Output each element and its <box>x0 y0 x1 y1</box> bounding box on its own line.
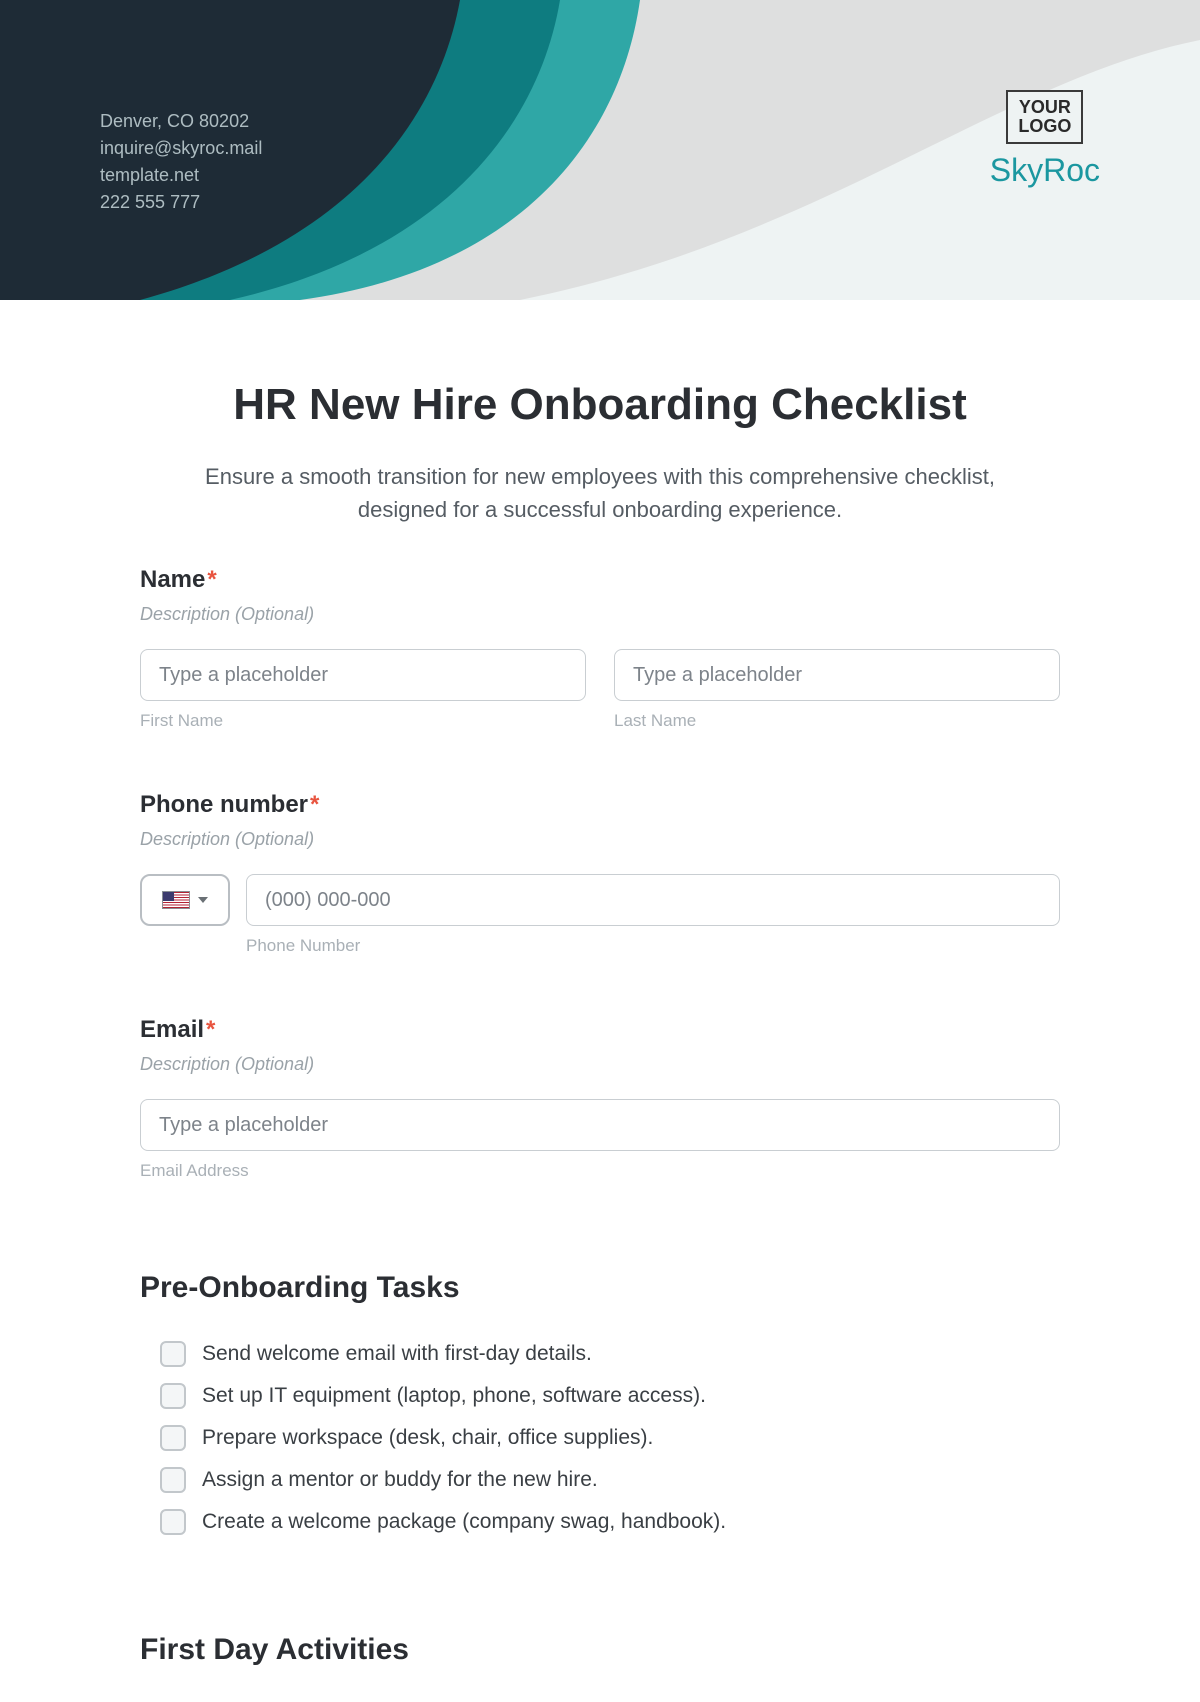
name-label: Name* <box>140 566 1060 594</box>
phone-field: Phone number* Description (Optional) Pho… <box>140 791 1060 956</box>
brand-name: SkyRoc <box>990 152 1100 189</box>
first-name-sublabel: First Name <box>140 711 586 731</box>
first-name-input[interactable] <box>140 649 586 701</box>
checkbox[interactable] <box>160 1467 186 1493</box>
phone-desc: Description (Optional) <box>140 829 1060 850</box>
email-input[interactable] <box>140 1099 1060 1151</box>
checkbox[interactable] <box>160 1383 186 1409</box>
page-subtitle: Ensure a smooth transition for new emplo… <box>170 460 1030 526</box>
list-item: Create a welcome package (company swag, … <box>140 1501 1060 1543</box>
contact-address: Denver, CO 80202 <box>100 108 262 135</box>
checkbox-label: Create a welcome package (company swag, … <box>202 1510 726 1534</box>
contact-block: Denver, CO 80202 inquire@skyroc.mail tem… <box>100 108 262 216</box>
header: Denver, CO 80202 inquire@skyroc.mail tem… <box>0 0 1200 300</box>
logo-line2: LOGO <box>1018 117 1071 136</box>
name-desc: Description (Optional) <box>140 604 1060 625</box>
logo-line1: YOUR <box>1018 98 1071 117</box>
email-label: Email* <box>140 1016 1060 1044</box>
checkbox-label: Prepare workspace (desk, chair, office s… <box>202 1426 653 1450</box>
chevron-down-icon <box>198 897 208 903</box>
email-field: Email* Description (Optional) Email Addr… <box>140 1016 1060 1181</box>
phone-input[interactable] <box>246 874 1060 926</box>
phone-label-text: Phone number <box>140 791 308 818</box>
checkbox-label: Send welcome email with first-day detail… <box>202 1342 592 1366</box>
content: HR New Hire Onboarding Checklist Ensure … <box>140 300 1060 1667</box>
email-label-text: Email <box>140 1016 204 1043</box>
form: Name* Description (Optional) First Name … <box>140 566 1060 1667</box>
phone-label: Phone number* <box>140 791 1060 819</box>
name-field: Name* Description (Optional) First Name … <box>140 566 1060 731</box>
first-day-title: First Day Activities <box>140 1633 1060 1667</box>
required-asterisk: * <box>310 791 319 818</box>
list-item: Assign a mentor or buddy for the new hir… <box>140 1459 1060 1501</box>
checkbox[interactable] <box>160 1341 186 1367</box>
email-desc: Description (Optional) <box>140 1054 1060 1075</box>
pre-onboarding-title: Pre-Onboarding Tasks <box>140 1271 1060 1305</box>
name-label-text: Name <box>140 566 205 593</box>
country-code-select[interactable] <box>140 874 230 926</box>
logo-placeholder: YOUR LOGO <box>1006 90 1083 144</box>
list-item: Prepare workspace (desk, chair, office s… <box>140 1417 1060 1459</box>
page-title: HR New Hire Onboarding Checklist <box>140 380 1060 430</box>
checkbox-label: Assign a mentor or buddy for the new hir… <box>202 1468 598 1492</box>
list-item: Send welcome email with first-day detail… <box>140 1333 1060 1375</box>
email-sublabel: Email Address <box>140 1161 1060 1181</box>
checkbox[interactable] <box>160 1425 186 1451</box>
contact-phone: 222 555 777 <box>100 189 262 216</box>
pre-onboarding-list: Send welcome email with first-day detail… <box>140 1333 1060 1543</box>
first-day-section: First Day Activities <box>140 1633 1060 1667</box>
list-item: Set up IT equipment (laptop, phone, soft… <box>140 1375 1060 1417</box>
last-name-input[interactable] <box>614 649 1060 701</box>
us-flag-icon <box>162 891 190 909</box>
logo-block: YOUR LOGO SkyRoc <box>990 90 1100 189</box>
required-asterisk: * <box>207 566 216 593</box>
phone-sublabel: Phone Number <box>246 936 1060 956</box>
required-asterisk: * <box>206 1016 215 1043</box>
contact-email: inquire@skyroc.mail <box>100 135 262 162</box>
checkbox[interactable] <box>160 1509 186 1535</box>
contact-site: template.net <box>100 162 262 189</box>
checkbox-label: Set up IT equipment (laptop, phone, soft… <box>202 1384 706 1408</box>
pre-onboarding-section: Pre-Onboarding Tasks Send welcome email … <box>140 1271 1060 1543</box>
last-name-sublabel: Last Name <box>614 711 1060 731</box>
